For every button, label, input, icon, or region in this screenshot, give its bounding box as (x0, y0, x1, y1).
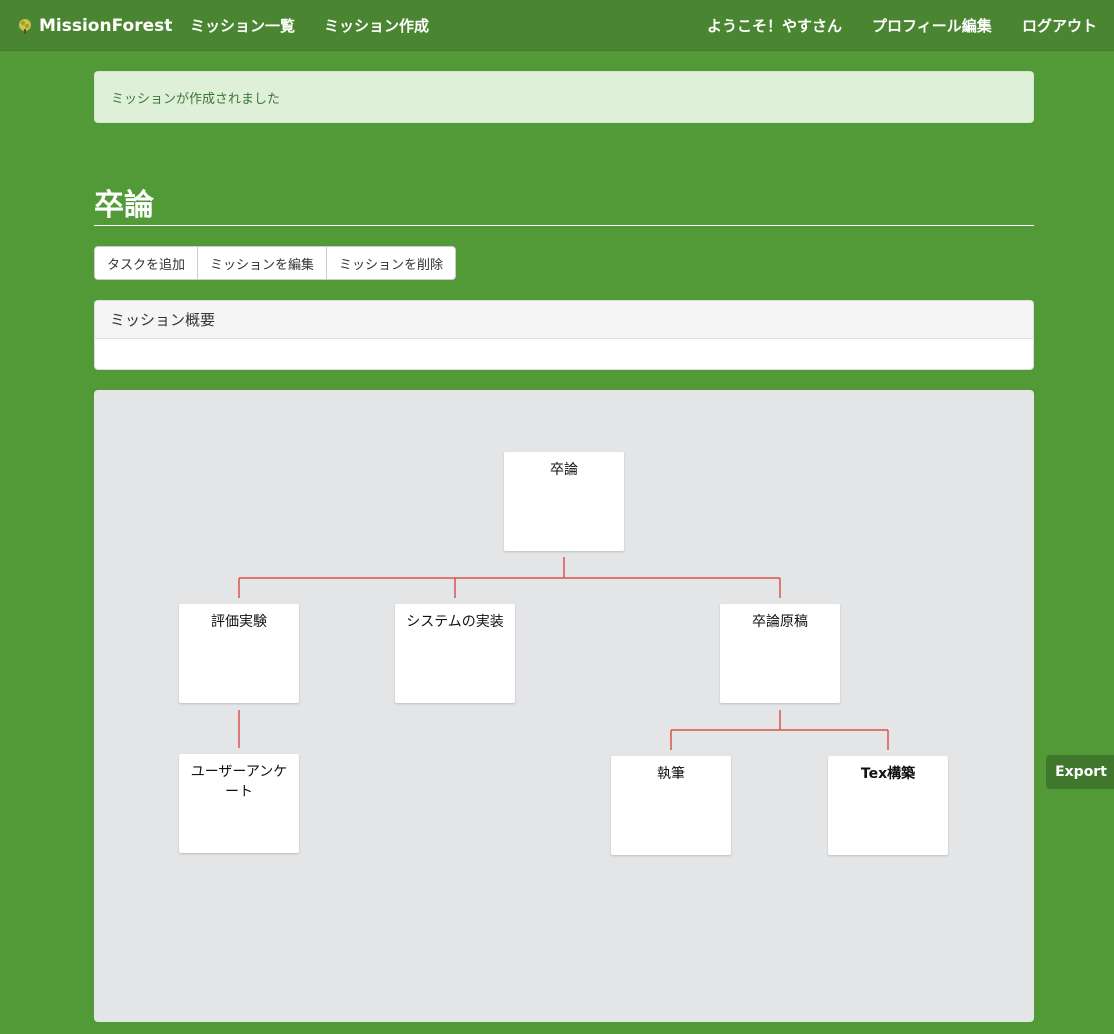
task-node-label: 卒論 (550, 462, 578, 478)
task-node-user-survey[interactable]: ユーザーアンケート (179, 754, 299, 853)
page-title: 卒論 (94, 178, 1034, 226)
brand-name: MissionForest (39, 15, 173, 36)
task-node-thesis-draft[interactable]: 卒論原稿 (720, 604, 840, 703)
task-node-label: 執筆 (657, 766, 685, 782)
task-node-tex-build[interactable]: Tex構築 (828, 756, 948, 855)
nav-mission-list[interactable]: ミッション一覧 (190, 0, 295, 51)
task-tree-area: 卒論 評価実験 システムの実装 卒論原稿 ユーザーアンケート 執筆 Tex構築 (94, 390, 1034, 1022)
tree-logo-icon (19, 18, 31, 34)
navbar: MissionForest ミッション一覧 ミッション作成 ようこそ！やすさん … (0, 0, 1114, 51)
edit-mission-button[interactable]: ミッションを編集 (198, 247, 328, 279)
task-node-label: Tex構築 (860, 766, 916, 782)
panel-heading: ミッション概要 (95, 301, 1033, 339)
nav-logout[interactable]: ログアウト (1022, 0, 1097, 51)
mission-actions: タスクを追加 ミッションを編集 ミッションを削除 (94, 246, 457, 280)
nav-mission-create[interactable]: ミッション作成 (324, 0, 429, 51)
delete-mission-button[interactable]: ミッションを削除 (327, 247, 456, 279)
task-node-writing[interactable]: 執筆 (611, 756, 731, 855)
task-node-label: システムの実装 (406, 614, 504, 630)
task-node-label: 卒論原稿 (752, 614, 808, 630)
success-alert: ミッションが作成されました (94, 71, 1034, 123)
brand-link[interactable]: MissionForest (16, 0, 172, 51)
nav-profile-edit[interactable]: プロフィール編集 (872, 0, 992, 51)
export-button[interactable]: Export (1046, 755, 1114, 789)
task-node-label: 評価実験 (211, 614, 267, 630)
page-title-text: 卒論 (94, 188, 154, 223)
task-node-label: ユーザーアンケート (190, 764, 288, 800)
task-node-evaluation[interactable]: 評価実験 (179, 604, 299, 703)
add-task-button[interactable]: タスクを追加 (95, 247, 199, 279)
mission-summary-panel: ミッション概要 (94, 300, 1034, 370)
task-node-system-impl[interactable]: システムの実装 (395, 604, 515, 703)
task-node-root[interactable]: 卒論 (504, 452, 624, 551)
nav-welcome-user[interactable]: ようこそ！やすさん (707, 0, 842, 51)
alert-message: ミッションが作成されました (111, 91, 281, 107)
